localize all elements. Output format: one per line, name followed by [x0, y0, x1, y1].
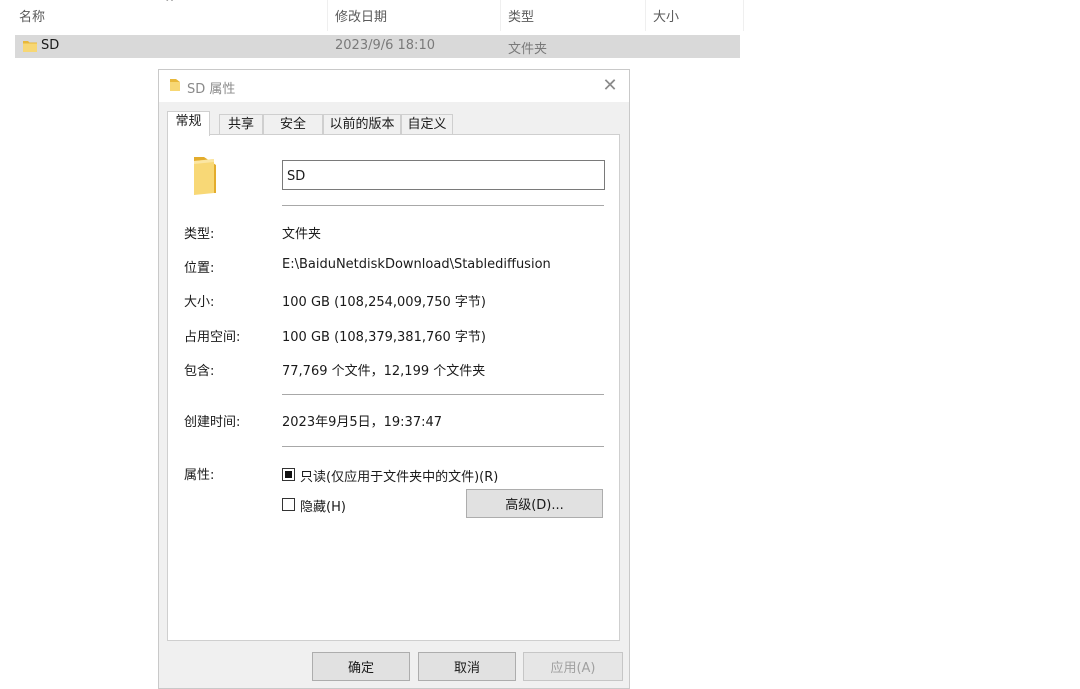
size-on-disk-label: 占用空间:: [184, 330, 241, 345]
folder-large-icon: [192, 153, 218, 199]
divider: [282, 394, 604, 395]
tab-customize[interactable]: 自定义: [401, 114, 453, 135]
size-on-disk-value: 100 GB (108,379,381,760 字节): [282, 330, 486, 345]
hidden-checkbox[interactable]: [282, 498, 295, 511]
file-type: 文件夹: [508, 42, 548, 57]
folder-name-input[interactable]: [282, 160, 605, 190]
contains-value: 77,769 个文件，12,199 个文件夹: [282, 364, 486, 379]
tab-security[interactable]: 安全: [263, 114, 323, 135]
column-divider[interactable]: [743, 0, 744, 31]
column-size[interactable]: 大小: [653, 6, 679, 25]
divider: [282, 446, 604, 447]
folder-icon: [23, 40, 37, 56]
type-label: 类型:: [184, 227, 215, 242]
dialog-titlebar[interactable]: SD 属性 ✕: [159, 70, 629, 102]
dialog-title: SD 属性: [187, 82, 236, 97]
file-name: SD: [41, 38, 60, 53]
folder-icon: [169, 78, 181, 96]
column-modified[interactable]: 修改日期: [335, 6, 387, 25]
hidden-label[interactable]: 隐藏(H): [300, 496, 346, 515]
column-divider[interactable]: [645, 0, 646, 31]
file-modified-date: 2023/9/6 18:10: [335, 38, 435, 53]
contains-label: 包含:: [184, 364, 215, 379]
cancel-button[interactable]: 取消: [418, 652, 516, 681]
close-icon[interactable]: ✕: [599, 75, 621, 97]
column-divider[interactable]: [500, 0, 501, 31]
sort-ascending-icon: ^: [165, 0, 175, 9]
size-value: 100 GB (108,254,009,750 字节): [282, 295, 486, 310]
apply-button[interactable]: 应用(A): [523, 652, 623, 681]
created-label: 创建时间:: [184, 415, 241, 430]
column-divider[interactable]: [327, 0, 328, 31]
type-value: 文件夹: [282, 227, 322, 242]
size-label: 大小:: [184, 295, 215, 310]
tab-previous-versions[interactable]: 以前的版本: [323, 114, 401, 135]
location-label: 位置:: [184, 261, 215, 276]
divider: [282, 205, 604, 206]
column-type[interactable]: 类型: [508, 6, 534, 25]
column-header-bar: 名称 ^ 修改日期 类型 大小: [0, 0, 745, 31]
advanced-button[interactable]: 高级(D)...: [466, 489, 603, 518]
location-value: E:\BaiduNetdiskDownload\Stablediffusion: [282, 257, 551, 272]
readonly-label[interactable]: 只读(仅应用于文件夹中的文件)(R): [300, 466, 498, 485]
attributes-label: 属性:: [184, 468, 215, 483]
column-name[interactable]: 名称: [19, 6, 45, 25]
ok-button[interactable]: 确定: [312, 652, 410, 681]
file-row-selected[interactable]: SD 2023/9/6 18:10 文件夹: [15, 35, 740, 58]
properties-dialog: SD 属性 ✕ 常规 共享 安全 以前的版本 自定义 类型: 文件夹 位置: E…: [158, 69, 630, 689]
general-tab-panel: 类型: 文件夹 位置: E:\BaiduNetdiskDownload\Stab…: [167, 134, 620, 641]
readonly-checkbox[interactable]: [282, 468, 295, 481]
tab-general[interactable]: 常规: [167, 111, 210, 136]
created-value: 2023年9月5日，19:37:47: [282, 415, 443, 430]
tab-sharing[interactable]: 共享: [219, 114, 263, 135]
